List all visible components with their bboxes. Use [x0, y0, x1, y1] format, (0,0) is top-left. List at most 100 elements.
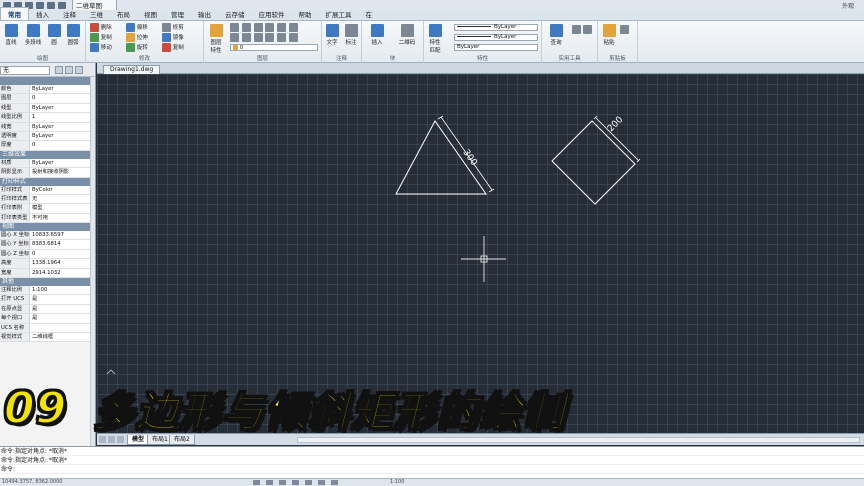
property-value[interactable]: 无 — [30, 194, 95, 204]
rotate-button[interactable]: 旋转 — [126, 43, 148, 52]
property-value[interactable]: 1:100 — [30, 286, 95, 295]
erase-button[interactable]: 删除 — [90, 23, 112, 32]
property-row[interactable]: 注释比例 1:100 — [0, 286, 95, 296]
property-row[interactable]: 打印样式表无 — [0, 194, 95, 205]
property-value[interactable]: 1 — [30, 113, 95, 122]
insert-button[interactable]: 插入 — [366, 24, 388, 46]
offset-button[interactable]: 偏移 — [126, 23, 148, 32]
property-value[interactable]: ByLayer — [30, 85, 95, 94]
trim-button[interactable]: 修剪 — [162, 23, 184, 32]
paste-button[interactable]: 粘贴 — [600, 24, 618, 46]
property-row[interactable]: 材质 ByLayer — [0, 158, 95, 169]
snap-icon[interactable] — [253, 480, 260, 485]
tab-more[interactable]: 在 — [359, 8, 380, 20]
layer-properties-button[interactable]: 图层 特性 — [207, 24, 225, 54]
property-row[interactable]: 打印样式 ByColor — [0, 185, 95, 195]
polyline-button[interactable]: 多段线 — [22, 24, 44, 46]
property-value[interactable]: ByLayer — [30, 122, 95, 131]
property-value[interactable]: 是 — [30, 314, 95, 323]
qrcode-button[interactable]: 二维码 — [394, 24, 420, 46]
tab-3d[interactable]: 三维 — [83, 8, 110, 20]
ortho-icon[interactable] — [279, 480, 286, 485]
tab-apps[interactable]: 应用软件 — [252, 8, 292, 20]
property-value[interactable]: 二维线框 — [30, 332, 95, 342]
quick-select-icon[interactable] — [55, 66, 63, 74]
match-properties-button[interactable]: 特性 匹配 — [426, 24, 444, 54]
grid-icon[interactable] — [266, 480, 273, 485]
property-value[interactable]: 2914.1032 — [30, 268, 95, 278]
copy2-button[interactable]: 复制 — [162, 43, 184, 52]
color-dropdown[interactable]: ByLayer — [454, 24, 538, 31]
tab-cloud[interactable]: 云存储 — [218, 8, 252, 20]
property-row[interactable]: 透明度 ByLayer — [0, 131, 95, 142]
property-row[interactable]: 线型比例 1 — [0, 113, 95, 123]
property-row[interactable]: 视觉样式 二维线框 — [0, 332, 95, 343]
tilted-square-shape[interactable] — [551, 120, 636, 205]
property-row[interactable]: 线型 ByLayer — [0, 103, 95, 114]
lineweight-dropdown[interactable]: ByLayer — [454, 44, 538, 51]
property-row[interactable]: 线宽 ByLayer — [0, 122, 95, 132]
osnap-icon[interactable] — [305, 480, 312, 485]
annotation-scale[interactable]: 1:100 — [390, 479, 404, 486]
arc-button[interactable]: 圆弧 — [64, 24, 82, 46]
tab-annotate[interactable]: 注释 — [56, 8, 83, 20]
property-value[interactable]: 0 — [30, 141, 95, 150]
select-objects-icon[interactable] — [65, 66, 73, 74]
copy-button[interactable]: 复制 — [90, 33, 112, 42]
property-value[interactable] — [30, 323, 95, 332]
tab-home[interactable]: 常用 — [0, 7, 29, 20]
property-row[interactable]: 圆心 X 坐标 10833.6597 — [0, 231, 95, 241]
properties-section-header[interactable]: 其他 — [0, 278, 95, 287]
property-value[interactable]: 是 — [30, 304, 95, 314]
lineweight-icon[interactable] — [331, 480, 338, 485]
properties-section-header[interactable] — [0, 77, 95, 85]
property-value[interactable]: 8383.6814 — [30, 240, 95, 249]
otrack-icon[interactable] — [318, 480, 325, 485]
property-value[interactable]: 不可用 — [30, 213, 95, 223]
line-button[interactable]: 直线 — [2, 24, 20, 46]
property-value[interactable]: 模型 — [30, 204, 95, 213]
tab-help[interactable]: 帮助 — [292, 8, 319, 20]
property-value[interactable]: ByLayer — [30, 103, 95, 113]
property-value[interactable]: 投射和接收阴影 — [30, 168, 95, 177]
property-row[interactable]: 阴影显示 投射和接收阴影 — [0, 168, 95, 178]
mirror-button[interactable]: 镜像 — [162, 33, 184, 42]
tab-view[interactable]: 视图 — [137, 8, 164, 20]
command-prompt[interactable]: 命令: — [0, 465, 864, 474]
property-row[interactable]: 图层 0 — [0, 94, 95, 104]
property-value[interactable]: ByLayer — [30, 131, 95, 141]
property-row[interactable]: 高度 1338.1964 — [0, 259, 95, 269]
polar-icon[interactable] — [292, 480, 299, 485]
property-row[interactable]: 打开 UCS 是 — [0, 295, 95, 305]
properties-section-header[interactable]: 视图 — [0, 223, 95, 232]
property-value[interactable]: 是 — [30, 295, 95, 304]
appearance-label[interactable]: 外观 — [842, 1, 854, 10]
stretch-button[interactable]: 拉伸 — [126, 33, 148, 42]
properties-section-header[interactable]: 打印样式 — [0, 177, 95, 186]
properties-section-header[interactable]: 三维效果 — [0, 150, 95, 159]
toggle-pickadd-icon[interactable] — [75, 66, 83, 74]
selection-dropdown[interactable]: 无 — [0, 66, 50, 75]
property-value[interactable]: 1338.1964 — [30, 259, 95, 268]
property-row[interactable]: 圆心 Z 坐标 0 — [0, 249, 95, 260]
property-row[interactable]: 颜色 ByLayer — [0, 85, 95, 95]
command-window[interactable]: 命令:指定对角点: *取消* 命令:指定对角点: *取消* 命令: — [0, 446, 864, 478]
property-row[interactable]: 打印表附 模型 — [0, 204, 95, 214]
property-row[interactable]: 打印表类型 不可用 — [0, 213, 95, 224]
property-value[interactable]: ByColor — [30, 185, 95, 194]
property-row[interactable]: 厚度 0 — [0, 141, 95, 151]
property-value[interactable]: 10833.6597 — [30, 231, 95, 240]
tab-insert[interactable]: 插入 — [29, 8, 56, 20]
dimension-button[interactable]: 标注 — [342, 24, 360, 46]
property-row[interactable]: 在原点显是 — [0, 304, 95, 315]
tab-manage[interactable]: 管理 — [164, 8, 191, 20]
move-button[interactable]: 移动 — [90, 43, 112, 52]
measure-button[interactable]: 查询 — [546, 24, 566, 46]
property-row[interactable]: 宽度 2914.1032 — [0, 268, 95, 279]
property-value[interactable]: ByLayer — [30, 158, 95, 168]
property-value[interactable]: 0 — [30, 94, 95, 103]
circle-button[interactable]: 圆 — [46, 24, 62, 46]
property-row[interactable]: 每个视口是 — [0, 314, 95, 324]
tab-extensions[interactable]: 扩展工具 — [319, 8, 359, 20]
text-button[interactable]: 文字 — [324, 24, 340, 46]
